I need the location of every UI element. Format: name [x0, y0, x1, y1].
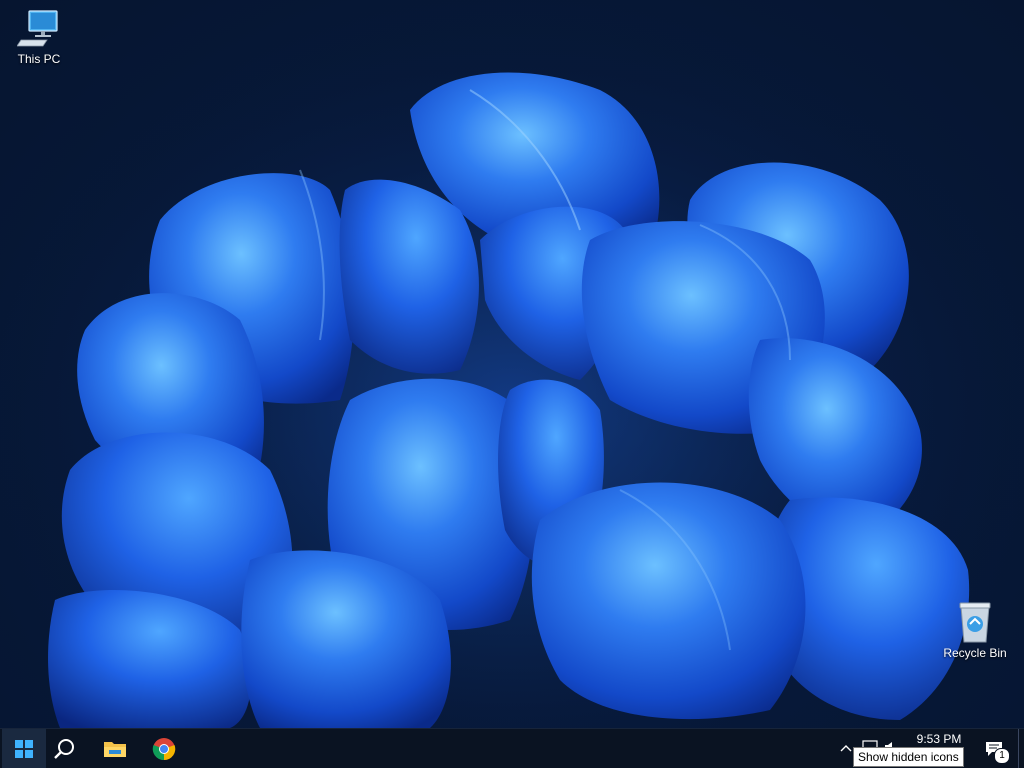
taskbar-google-chrome[interactable] [142, 729, 186, 768]
bloom-wallpaper [0, 0, 1024, 728]
chrome-icon [152, 737, 176, 760]
clock-time: 9:53 PM [916, 732, 962, 746]
tooltip-show-hidden-icons: Show hidden icons [853, 747, 964, 767]
search-button[interactable] [42, 729, 86, 768]
computer-monitor-icon [17, 10, 58, 47]
taskbar-clock[interactable]: 9:53 PM [906, 731, 972, 747]
recycle-bin-icon [959, 602, 991, 643]
show-desktop-button[interactable] [1018, 729, 1024, 768]
desktop-icon-recycle-bin[interactable]: Recycle Bin [939, 600, 1011, 660]
search-icon [54, 738, 74, 759]
chevron-up-icon [840, 745, 852, 752]
notification-count-badge: 1 [994, 748, 1010, 764]
desktop-icon-label: Recycle Bin [943, 646, 1007, 660]
windows-logo-icon [15, 739, 33, 758]
start-button[interactable] [2, 729, 46, 768]
desktop-icon-label: This PC [17, 52, 61, 66]
desktop-icon-this-pc[interactable]: This PC [3, 8, 75, 66]
taskbar-file-explorer[interactable] [93, 729, 137, 768]
folder-icon [104, 741, 126, 757]
desktop[interactable]: This PC Recycle Bin [0, 0, 1024, 728]
